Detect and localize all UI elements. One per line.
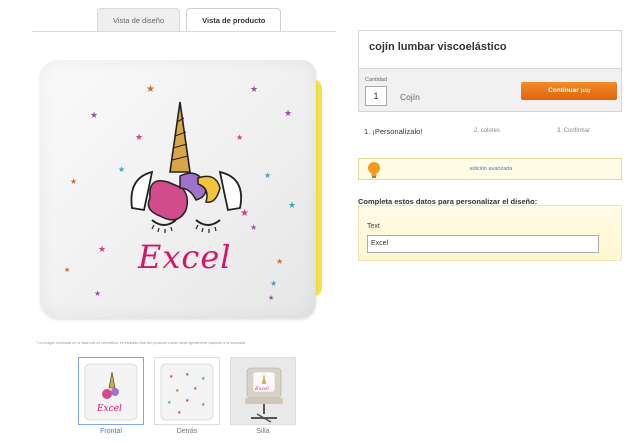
disclaimer-text: * La imagen mostrada en la vista real es… (36, 341, 246, 345)
thumbnail-chair-label: Silla (256, 428, 270, 435)
svg-text:★: ★ (264, 171, 271, 180)
product-title: cojín lumbar viscoelástico (369, 41, 507, 53)
advanced-edit-box: edición avanzada (358, 158, 622, 180)
tab-product-view[interactable]: Vista de producto (186, 8, 282, 31)
svg-text:★: ★ (146, 84, 155, 95)
svg-text:★: ★ (284, 108, 292, 118)
tab-design-view[interactable]: Vista de diseño (97, 8, 181, 31)
svg-text:★: ★ (167, 400, 172, 406)
svg-text:★: ★ (185, 372, 190, 378)
thumbnail-front[interactable]: Excel Frontal (78, 357, 144, 435)
step-confirm[interactable]: 3. Confirmar (557, 128, 590, 134)
pillow-image: ★ ★ ★ ★ ★ ★ ★ ★ ★ ★ ★ ★ ★ ★ ★ ★ ★ ★ Exce… (40, 60, 316, 318)
svg-text:★: ★ (177, 410, 182, 416)
thumbnail-front-image: Excel (78, 357, 144, 425)
svg-text:★: ★ (135, 132, 143, 142)
quantity-unit: Cojín (400, 92, 420, 102)
svg-text:★: ★ (193, 386, 198, 392)
svg-text:★: ★ (64, 266, 70, 274)
quantity-box: Cantidad 1 Cojín Continuar (1/3) (358, 68, 622, 112)
svg-text:★: ★ (70, 177, 77, 186)
svg-text:★: ★ (169, 374, 174, 380)
svg-text:★: ★ (268, 294, 274, 302)
continue-button-label: Continuar (548, 87, 579, 94)
thumbnail-chair-image: Excel (230, 357, 296, 425)
svg-text:★: ★ (90, 110, 98, 120)
svg-text:★: ★ (201, 376, 206, 382)
svg-text:★: ★ (201, 402, 206, 408)
svg-text:★: ★ (185, 398, 190, 404)
unicorn-eye-left (151, 219, 177, 226)
thumbnail-back[interactable]: ★ ★ ★ ★ ★ ★ ★ ★ ★ Detrás (154, 357, 220, 435)
tab-divider (32, 31, 336, 32)
text-field-label: Text (367, 223, 380, 230)
product-title-box: cojín lumbar viscoelástico (358, 30, 622, 68)
thumbnail-chair[interactable]: Excel Silla (230, 357, 296, 435)
svg-text:★: ★ (94, 289, 101, 298)
svg-text:★: ★ (98, 244, 106, 254)
unicorn-design: ★ ★ ★ ★ ★ ★ ★ ★ ★ ★ ★ ★ ★ ★ ★ ★ ★ ★ (64, 84, 296, 302)
custom-name-text: Excel (138, 238, 232, 276)
svg-text:★: ★ (240, 208, 249, 219)
view-tabs: Vista de diseño Vista de producto (97, 8, 282, 31)
svg-text:★: ★ (270, 279, 277, 288)
svg-text:★: ★ (236, 133, 243, 142)
continue-button-step: (1/3) (580, 88, 590, 93)
text-field-input[interactable]: Excel (367, 235, 599, 253)
unicorn-horn (169, 101, 191, 173)
svg-text:★: ★ (288, 200, 296, 210)
svg-text:★: ★ (175, 388, 180, 394)
quantity-input[interactable]: 1 (365, 86, 387, 106)
unicorn-eye-right (195, 219, 221, 226)
thumbnail-front-label: Frontal (100, 428, 122, 435)
step-colors[interactable]: 2. colores (474, 128, 500, 134)
continue-button[interactable]: Continuar (1/3) (521, 82, 617, 100)
svg-text:★: ★ (250, 84, 258, 94)
svg-text:Excel: Excel (96, 404, 122, 414)
thumbnail-strip: Excel Frontal ★ ★ ★ ★ ★ ★ ★ ★ ★ Detrás E… (78, 357, 296, 435)
unicorn-ear-right (218, 170, 242, 212)
step-personalize[interactable]: 1. ¡Personalízalo! (364, 127, 422, 136)
personalization-form: Text Excel (358, 205, 622, 261)
product-preview: ★ ★ ★ ★ ★ ★ ★ ★ ★ ★ ★ ★ ★ ★ ★ ★ ★ ★ Exce… (40, 60, 322, 322)
advanced-edit-link[interactable]: edición avanzada (359, 166, 623, 172)
quantity-label: Cantidad (365, 77, 388, 83)
svg-text:★: ★ (250, 223, 257, 232)
svg-text:★: ★ (276, 257, 283, 266)
thumbnail-back-label: Detrás (176, 428, 198, 435)
svg-text:Excel: Excel (254, 386, 269, 392)
thumbnail-back-image: ★ ★ ★ ★ ★ ★ ★ ★ ★ (154, 357, 220, 425)
svg-text:★: ★ (118, 165, 125, 174)
step-indicator: 1. ¡Personalízalo! 2. colores 3. Confirm… (358, 127, 622, 140)
